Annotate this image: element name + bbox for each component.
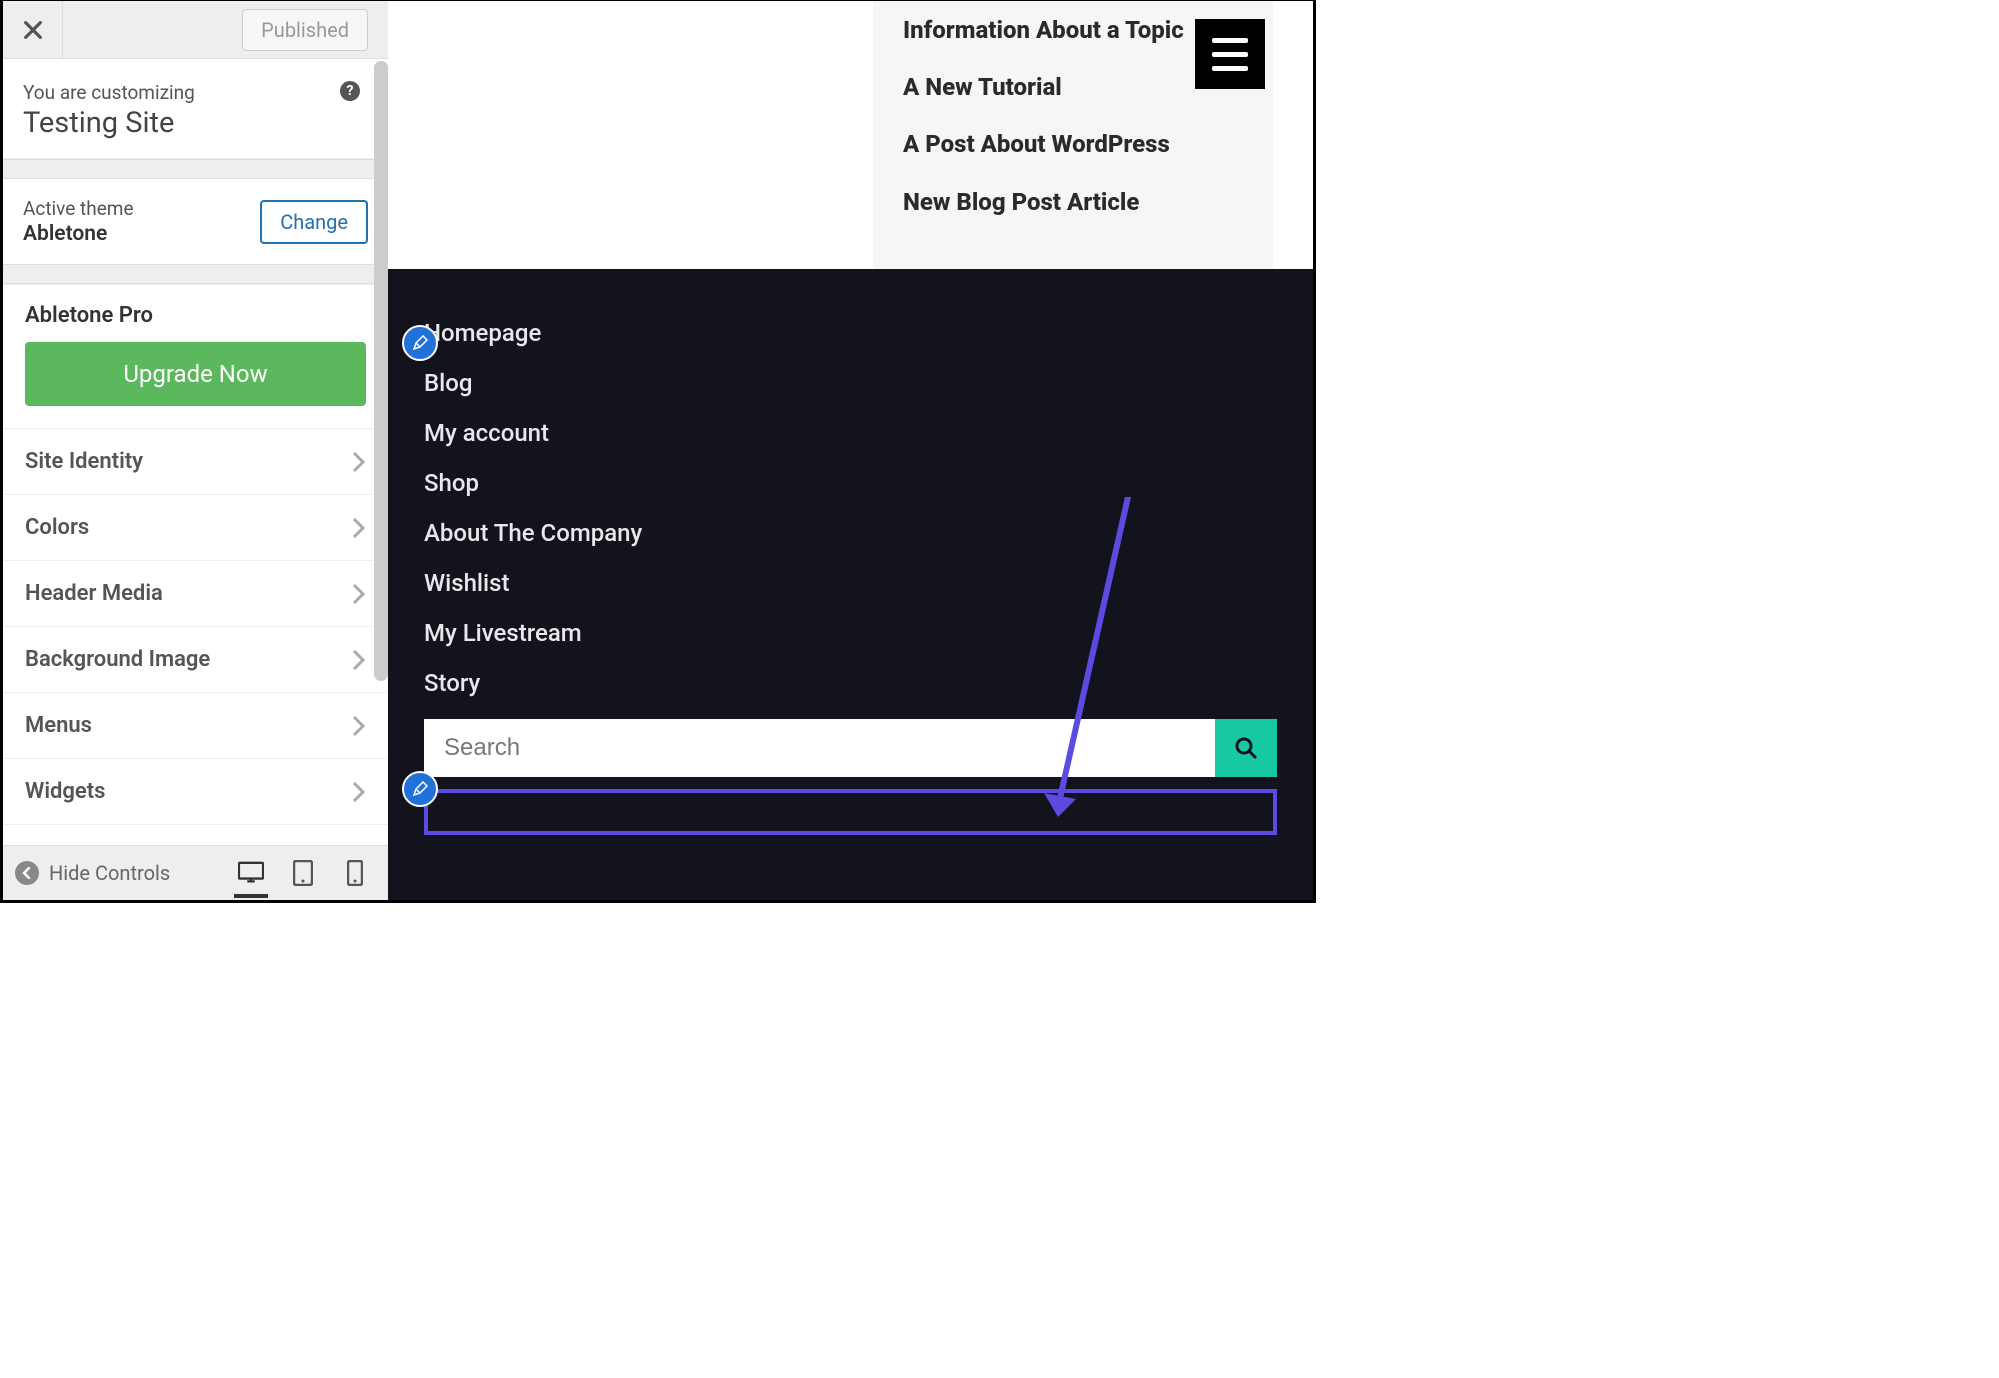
panel-label: Widgets — [25, 779, 105, 804]
sidebar-footer: Hide Controls — [3, 845, 388, 900]
mobile-preview-button[interactable] — [342, 860, 368, 886]
recent-post-link[interactable]: Information About a Topic — [903, 15, 1243, 46]
change-theme-button[interactable]: Change — [260, 200, 368, 244]
chevron-right-icon — [352, 517, 366, 539]
preview-pane: Information About a Topic A New Tutorial… — [388, 1, 1313, 900]
panel-header-media[interactable]: Header Media — [3, 561, 388, 627]
hamburger-icon — [1212, 66, 1248, 71]
upgrade-section: Abletone Pro Upgrade Now — [3, 284, 388, 429]
pencil-icon — [412, 335, 428, 351]
hide-controls-button[interactable]: Hide Controls — [15, 861, 170, 885]
panel-site-identity[interactable]: Site Identity — [3, 429, 388, 495]
divider — [3, 159, 388, 179]
search-input[interactable] — [424, 719, 1215, 777]
panel-homepage-settings[interactable]: Homepage Settings — [3, 825, 388, 845]
hamburger-icon — [1212, 38, 1248, 43]
footer-nav-item[interactable]: Wishlist — [424, 569, 1277, 597]
panel-label: Site Identity — [25, 449, 143, 474]
customizer-sidebar: Published You are customizing Testing Si… — [3, 1, 388, 900]
close-button[interactable] — [3, 1, 63, 59]
active-theme-row: Active theme Abletone Change — [3, 179, 388, 264]
desktop-preview-button[interactable] — [238, 860, 264, 886]
customizer-window: Published You are customizing Testing Si… — [0, 0, 1316, 903]
menu-toggle-button[interactable] — [1195, 19, 1265, 89]
footer-nav-item[interactable]: Homepage — [424, 319, 1277, 347]
chevron-right-icon — [352, 781, 366, 803]
panel-label: Header Media — [25, 581, 163, 606]
mobile-icon — [347, 860, 363, 886]
panel-menus[interactable]: Menus — [3, 693, 388, 759]
desktop-icon — [238, 861, 264, 885]
upgrade-button[interactable]: Upgrade Now — [25, 342, 366, 406]
active-theme-name: Abletone — [23, 222, 134, 246]
panel-label: Menus — [25, 713, 92, 738]
recent-post-link[interactable]: A Post About WordPress — [903, 129, 1243, 160]
tablet-icon — [293, 860, 313, 886]
customizing-label: You are customizing — [23, 81, 368, 104]
footer-nav-item[interactable]: My account — [424, 419, 1277, 447]
annotation-highlight — [424, 789, 1277, 835]
chevron-right-icon — [352, 649, 366, 671]
pencil-icon — [412, 781, 428, 797]
search-icon — [1234, 736, 1258, 760]
footer-nav-item[interactable]: Story — [424, 669, 1277, 697]
panel-label: Colors — [25, 515, 89, 540]
tablet-preview-button[interactable] — [290, 860, 316, 886]
collapse-icon — [15, 861, 39, 885]
footer-nav-menu: Homepage Blog My account Shop About The … — [424, 319, 1277, 697]
footer-nav-item[interactable]: About The Company — [424, 519, 1277, 547]
panel-colors[interactable]: Colors — [3, 495, 388, 561]
scrollbar[interactable] — [374, 61, 388, 681]
hide-controls-label: Hide Controls — [49, 861, 170, 885]
search-button[interactable] — [1215, 719, 1277, 777]
panel-label: Background Image — [25, 647, 210, 672]
chevron-right-icon — [352, 583, 366, 605]
recent-post-link[interactable]: New Blog Post Article — [903, 187, 1243, 218]
hamburger-icon — [1212, 52, 1248, 57]
panel-background-image[interactable]: Background Image — [3, 627, 388, 693]
divider — [3, 264, 388, 284]
panel-widgets[interactable]: Widgets — [3, 759, 388, 825]
recent-post-link[interactable]: A New Tutorial — [903, 72, 1243, 103]
site-title: Testing Site — [23, 106, 368, 140]
footer-nav-item[interactable]: Blog — [424, 369, 1277, 397]
footer-nav-item[interactable]: Shop — [424, 469, 1277, 497]
device-preview-toggle — [238, 860, 376, 886]
customizing-header: You are customizing Testing Site ? — [3, 59, 388, 159]
sidebar-top-bar: Published — [3, 1, 388, 59]
upgrade-title: Abletone Pro — [25, 303, 366, 328]
published-status: Published — [242, 9, 368, 51]
footer-search-form — [424, 719, 1277, 777]
site-footer: Homepage Blog My account Shop About The … — [388, 269, 1313, 900]
footer-nav-item[interactable]: My Livestream — [424, 619, 1277, 647]
chevron-right-icon — [352, 451, 366, 473]
close-icon — [22, 19, 44, 41]
chevron-right-icon — [352, 715, 366, 737]
help-icon[interactable]: ? — [340, 81, 360, 101]
active-theme-label: Active theme — [23, 197, 134, 220]
edit-shortcut-nav[interactable] — [402, 325, 438, 361]
sidebar-scroll: Published You are customizing Testing Si… — [3, 1, 388, 845]
edit-shortcut-search[interactable] — [402, 771, 438, 807]
